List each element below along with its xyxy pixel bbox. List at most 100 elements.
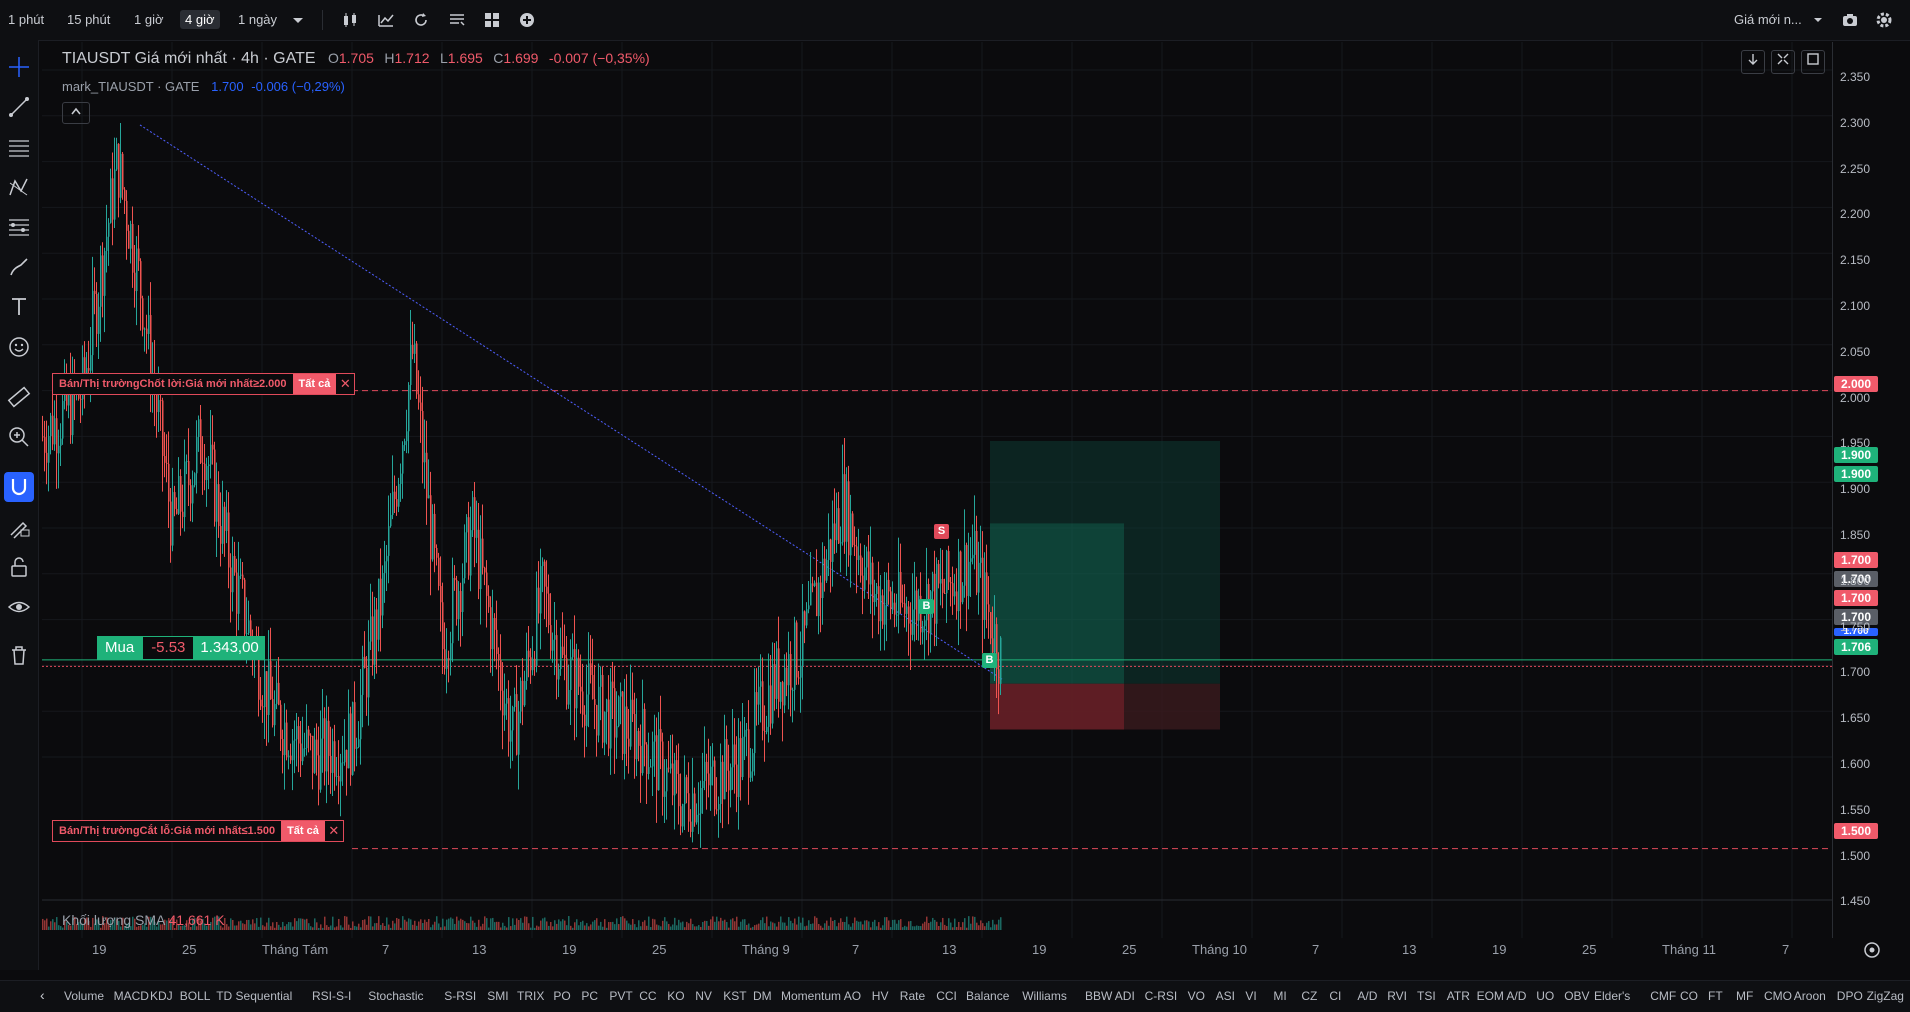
indicator-item[interactable]: Williams: [1022, 989, 1067, 1003]
horizontal-lines-icon[interactable]: [4, 132, 34, 162]
fib-icon[interactable]: [4, 212, 34, 242]
indicator-item[interactable]: DPO: [1837, 989, 1863, 1003]
indicator-item[interactable]: PO: [553, 989, 570, 1003]
text-icon[interactable]: [4, 292, 34, 322]
stop-loss-all-button[interactable]: Tất cả: [281, 821, 325, 841]
indicator-item[interactable]: RSI-S-I: [312, 989, 351, 1003]
stop-loss-order[interactable]: Bán/Thị trườngCắt lỗ:Giá mới nhất≤1.500 …: [52, 820, 344, 842]
chevron-left-icon[interactable]: ‹: [40, 987, 45, 1003]
indicator-item[interactable]: HV: [872, 989, 889, 1003]
interval-4h[interactable]: 4 giờ: [180, 10, 220, 29]
indicator-item[interactable]: ATR: [1447, 989, 1470, 1003]
buy-marker[interactable]: B: [919, 599, 934, 614]
close-icon[interactable]: ✕: [336, 376, 354, 392]
trash-icon[interactable]: [4, 640, 34, 670]
layout-grid-icon[interactable]: [482, 10, 502, 30]
indicator-item[interactable]: NV: [695, 989, 712, 1003]
trend-line-icon[interactable]: [4, 92, 34, 122]
ruler-icon[interactable]: [4, 382, 34, 412]
indicator-item[interactable]: TD Sequential: [216, 989, 292, 1003]
indicator-item[interactable]: UO: [1536, 989, 1554, 1003]
collapse-legend-button[interactable]: [62, 102, 90, 124]
indicator-item[interactable]: OBV: [1564, 989, 1589, 1003]
indicator-item[interactable]: KST: [723, 989, 746, 1003]
interval-1m[interactable]: 1 phút: [8, 12, 44, 27]
indicator-item[interactable]: A/D: [1506, 989, 1526, 1003]
indicator-item[interactable]: CCI: [936, 989, 957, 1003]
lock-pencil-icon[interactable]: [4, 512, 34, 542]
magnet-icon[interactable]: [4, 472, 34, 502]
candlestick-icon[interactable]: [340, 10, 360, 30]
indicator-item[interactable]: Momentum: [781, 989, 841, 1003]
camera-icon[interactable]: [1840, 10, 1860, 30]
take-profit-order[interactable]: Bán/Thị trườngChốt lời:Giá mới nhất≥2.00…: [52, 373, 356, 395]
indicator-item[interactable]: VI: [1245, 989, 1256, 1003]
buy-marker[interactable]: B: [982, 653, 997, 668]
indicator-item[interactable]: CMF: [1650, 989, 1676, 1003]
scroll-down-button[interactable]: [1741, 50, 1765, 74]
indicator-item[interactable]: RVI: [1387, 989, 1407, 1003]
indicator-item[interactable]: MF: [1736, 989, 1753, 1003]
close-icon[interactable]: ✕: [325, 823, 343, 839]
indicator-item[interactable]: CMO: [1764, 989, 1792, 1003]
indicator-item[interactable]: S-RSI: [444, 989, 476, 1003]
indicator-item[interactable]: ZigZag: [1867, 989, 1904, 1003]
indicator-item[interactable]: KO: [667, 989, 684, 1003]
lock-icon[interactable]: [4, 552, 34, 582]
indicator-item[interactable]: Volume: [64, 989, 104, 1003]
indicator-item[interactable]: CC: [639, 989, 656, 1003]
collapse-icon[interactable]: [1771, 50, 1795, 74]
indicator-item[interactable]: DM: [753, 989, 772, 1003]
indicator-item[interactable]: KDJ: [150, 989, 173, 1003]
chevron-down-icon[interactable]: [1808, 10, 1828, 30]
indicator-item[interactable]: FT: [1708, 989, 1723, 1003]
indicator-item[interactable]: C-RSI: [1145, 989, 1178, 1003]
settings-circle-icon[interactable]: [1862, 940, 1882, 960]
indicator-item[interactable]: PC: [581, 989, 598, 1003]
indicators-icon[interactable]: [376, 10, 396, 30]
indicator-item[interactable]: MACD: [114, 989, 149, 1003]
indicator-item[interactable]: CZ: [1301, 989, 1317, 1003]
indicator-item[interactable]: Stochastic: [368, 989, 423, 1003]
indicator-item[interactable]: Rate: [900, 989, 925, 1003]
indicator-item[interactable]: Balance: [966, 989, 1009, 1003]
fullscreen-icon[interactable]: [1801, 50, 1825, 74]
indicator-item[interactable]: PVT: [609, 989, 632, 1003]
indicator-item[interactable]: Aroon: [1794, 989, 1826, 1003]
indicator-item[interactable]: VO: [1188, 989, 1205, 1003]
indicator-item[interactable]: BBW: [1085, 989, 1112, 1003]
indicator-item[interactable]: BOLL: [180, 989, 211, 1003]
interval-15m[interactable]: 15 phút: [67, 12, 110, 27]
chevron-down-icon[interactable]: [288, 10, 308, 30]
gear-icon[interactable]: [1874, 10, 1894, 30]
take-profit-all-button[interactable]: Tất cả: [292, 374, 337, 394]
long-position-loss-zone-inner[interactable]: [990, 683, 1124, 730]
indicator-item[interactable]: TRIX: [517, 989, 544, 1003]
indicator-item[interactable]: CI: [1329, 989, 1341, 1003]
indicator-item[interactable]: AO: [844, 989, 861, 1003]
crosshair-icon[interactable]: [4, 52, 34, 82]
brush-icon[interactable]: [4, 252, 34, 282]
indicator-item[interactable]: A/D: [1357, 989, 1377, 1003]
interval-1d[interactable]: 1 ngày: [238, 12, 277, 27]
indicator-item[interactable]: MI: [1273, 989, 1286, 1003]
refresh-icon[interactable]: [411, 10, 431, 30]
pattern-icon[interactable]: [4, 172, 34, 202]
interval-1h[interactable]: 1 giờ: [134, 12, 164, 27]
indicator-item[interactable]: TSI: [1417, 989, 1436, 1003]
indicator-item[interactable]: ADI: [1115, 989, 1135, 1003]
add-circle-icon[interactable]: [517, 10, 537, 30]
eye-icon[interactable]: [4, 592, 34, 622]
price-chart[interactable]: [42, 42, 1832, 938]
emoji-icon[interactable]: [4, 332, 34, 362]
template-icon[interactable]: [447, 10, 467, 30]
price-source-select[interactable]: Giá mới n...: [1734, 12, 1802, 27]
indicator-item[interactable]: Elder's: [1594, 989, 1630, 1003]
sell-marker[interactable]: S: [934, 524, 949, 539]
position-label[interactable]: Mua -5.53 1.343,00: [97, 636, 265, 660]
zoom-in-icon[interactable]: [4, 422, 34, 452]
indicator-item[interactable]: CO: [1680, 989, 1698, 1003]
indicator-item[interactable]: ASI: [1216, 989, 1235, 1003]
indicator-item[interactable]: EOM: [1477, 989, 1504, 1003]
indicator-item[interactable]: SMI: [487, 989, 508, 1003]
